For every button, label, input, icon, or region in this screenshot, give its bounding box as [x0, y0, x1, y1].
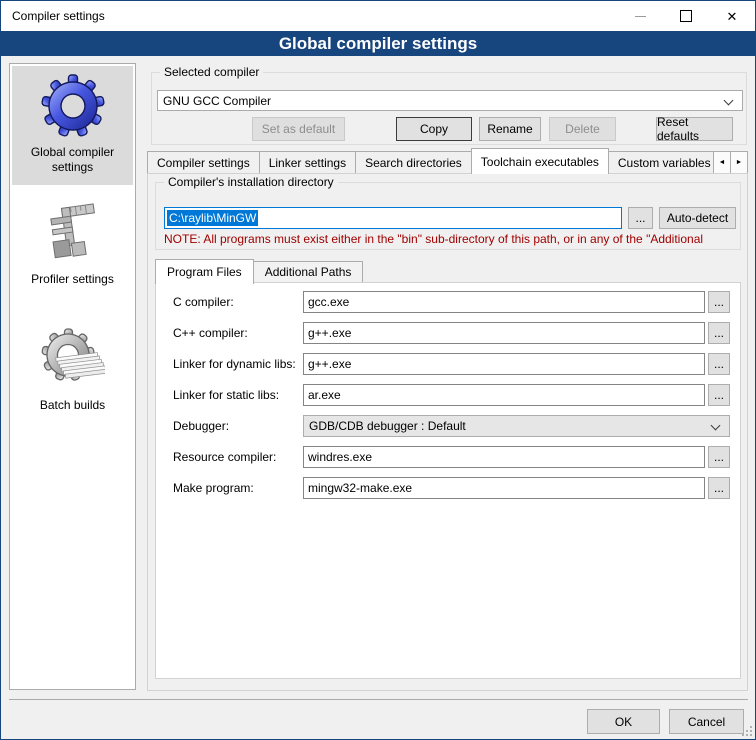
make-program-label: Make program:: [173, 477, 254, 499]
maximize-button[interactable]: [663, 1, 709, 31]
linker-dynamic-browse-button[interactable]: ...: [708, 353, 730, 375]
field-row-debugger: Debugger: GDB/CDB debugger : Default: [156, 415, 740, 437]
make-program-browse-button[interactable]: ...: [708, 477, 730, 499]
field-row-linker-static: Linker for static libs: ...: [156, 384, 740, 406]
minimize-button[interactable]: [617, 1, 663, 31]
install-dir-group-label: Compiler's installation directory: [164, 175, 338, 189]
tab-scroll-area: Compiler settings Linker settings Search…: [147, 147, 714, 174]
sidebar-item-label: Batch builds: [40, 398, 105, 423]
window-title: Compiler settings: [12, 9, 105, 23]
c-compiler-input[interactable]: [303, 291, 705, 313]
subtab-program-files[interactable]: Program Files: [155, 259, 254, 284]
linker-dynamic-label: Linker for dynamic libs:: [173, 353, 296, 375]
toolchain-executables-panel: Compiler's installation directory C:\ray…: [147, 173, 748, 691]
sidebar-item-profiler-settings[interactable]: Profiler settings: [12, 193, 133, 309]
subtab-additional-paths[interactable]: Additional Paths: [253, 261, 364, 283]
compiler-settings-dialog: Compiler settings ✕ Global compiler sett…: [0, 0, 756, 740]
linker-static-browse-button[interactable]: ...: [708, 384, 730, 406]
window-controls: ✕: [617, 1, 755, 31]
sidebar-item-batch-builds[interactable]: Batch builds: [12, 319, 133, 439]
reset-defaults-button[interactable]: Reset defaults: [656, 117, 733, 141]
field-row-make-program: Make program: ...: [156, 477, 740, 499]
debugger-select[interactable]: GDB/CDB debugger : Default: [303, 415, 730, 437]
sidebar-item-global-compiler-settings[interactable]: Global compiler settings: [12, 66, 133, 185]
program-files-panel: C compiler: ... C++ compiler: ... Linker…: [155, 282, 741, 679]
blue-gear-icon: [41, 74, 105, 141]
close-button[interactable]: ✕: [709, 1, 755, 31]
tab-compiler-settings[interactable]: Compiler settings: [147, 151, 260, 174]
tab-search-directories[interactable]: Search directories: [355, 151, 472, 174]
install-dir-input[interactable]: C:\raylib\MinGW: [164, 207, 622, 229]
copy-button[interactable]: Copy: [396, 117, 472, 141]
linker-dynamic-input[interactable]: [303, 353, 705, 375]
field-row-linker-dynamic: Linker for dynamic libs: ...: [156, 353, 740, 375]
tab-scroll-right-button[interactable]: ►: [730, 151, 748, 174]
ok-button[interactable]: OK: [587, 709, 660, 734]
auto-detect-button[interactable]: Auto-detect: [659, 207, 736, 229]
title-bar: Compiler settings ✕: [1, 1, 755, 31]
footer-separator: [9, 699, 748, 700]
debugger-label: Debugger:: [173, 415, 229, 437]
resource-compiler-browse-button[interactable]: ...: [708, 446, 730, 468]
settings-sidebar: Global compiler settings Profiler setti: [9, 63, 136, 690]
dialog-heading: Global compiler settings: [1, 31, 755, 56]
resource-compiler-label: Resource compiler:: [173, 446, 276, 468]
selected-compiler-group: Selected compiler GNU GCC Compiler Set a…: [151, 72, 747, 145]
sub-tab-strip: Program Files Additional Paths: [155, 258, 362, 283]
sidebar-item-label: Global compiler settings: [12, 145, 133, 185]
linker-static-input[interactable]: [303, 384, 705, 406]
arrow-right-icon: ►: [736, 159, 743, 166]
maximize-icon: [680, 10, 692, 22]
debugger-select-value: GDB/CDB debugger : Default: [309, 419, 466, 433]
resource-compiler-input[interactable]: [303, 446, 705, 468]
compiler-select[interactable]: GNU GCC Compiler: [157, 90, 743, 111]
field-row-c-compiler: C compiler: ...: [156, 291, 740, 313]
tab-custom-variables[interactable]: Custom variables: [608, 151, 714, 174]
rename-button[interactable]: Rename: [479, 117, 541, 141]
cpp-compiler-browse-button[interactable]: ...: [708, 322, 730, 344]
set-as-default-button: Set as default: [252, 117, 345, 141]
delete-button: Delete: [549, 117, 616, 141]
compiler-select-value: GNU GCC Compiler: [163, 94, 271, 108]
main-tab-strip: Compiler settings Linker settings Search…: [147, 147, 748, 174]
resize-grip[interactable]: [742, 726, 752, 736]
linker-static-label: Linker for static libs:: [173, 384, 279, 406]
c-compiler-browse-button[interactable]: ...: [708, 291, 730, 313]
close-icon: ✕: [727, 10, 738, 23]
install-dir-browse-button[interactable]: ...: [628, 207, 653, 229]
tab-linker-settings[interactable]: Linker settings: [259, 151, 356, 174]
field-row-resource-compiler: Resource compiler: ...: [156, 446, 740, 468]
sidebar-item-label: Profiler settings: [31, 272, 114, 297]
cancel-button[interactable]: Cancel: [669, 709, 744, 734]
path-note: NOTE: All programs must exist either in …: [164, 232, 738, 246]
caliper-icon: [41, 201, 105, 268]
gray-gear-stack-icon: [41, 327, 105, 394]
field-row-cpp-compiler: C++ compiler: ...: [156, 322, 740, 344]
selected-compiler-group-label: Selected compiler: [160, 65, 263, 79]
minimize-icon: [635, 16, 646, 17]
c-compiler-label: C compiler:: [173, 291, 234, 313]
cpp-compiler-input[interactable]: [303, 322, 705, 344]
chevron-down-icon: [724, 96, 734, 106]
install-dir-selected-text: C:\raylib\MinGW: [167, 210, 258, 226]
arrow-left-icon: ◄: [719, 159, 726, 166]
install-dir-group: Compiler's installation directory C:\ray…: [155, 182, 741, 250]
cpp-compiler-label: C++ compiler:: [173, 322, 248, 344]
tab-scroll-left-button[interactable]: ◄: [713, 151, 731, 174]
chevron-down-icon: [711, 421, 721, 431]
make-program-input[interactable]: [303, 477, 705, 499]
tab-toolchain-executables[interactable]: Toolchain executables: [471, 148, 609, 174]
